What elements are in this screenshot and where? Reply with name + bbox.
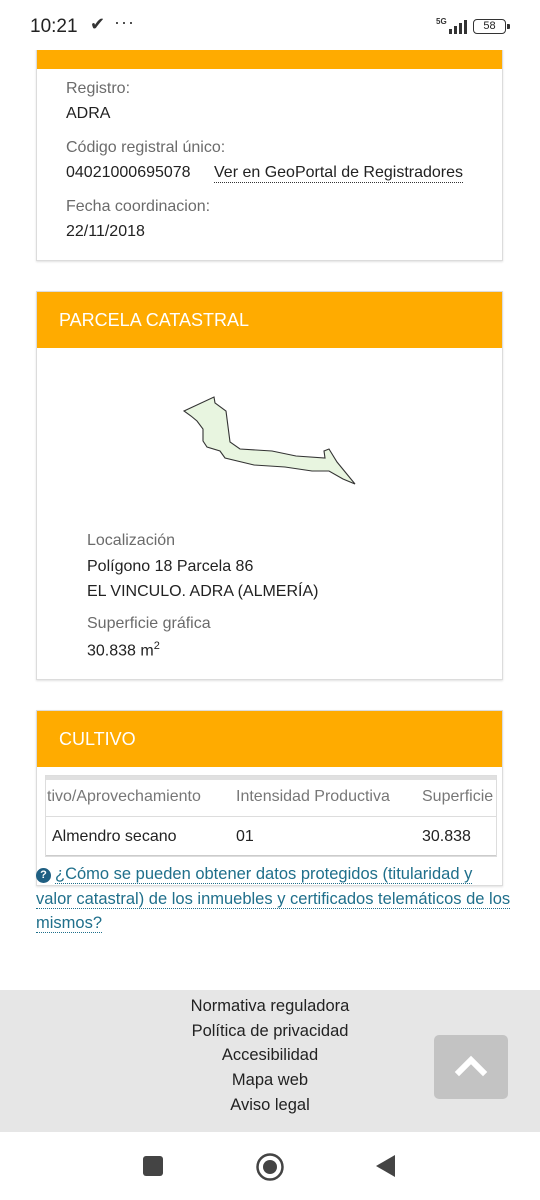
download-done-icon: ✔ — [90, 14, 106, 34]
help-icon: ? — [36, 868, 51, 883]
cultivo-card-title: CULTIVO — [37, 711, 502, 767]
cultivo-table[interactable]: tivo/Aprovechamiento Intensidad Producti… — [45, 775, 497, 857]
localizacion-line1: Polígono 18 Parcela 86 — [87, 558, 254, 575]
footer-link-normativa[interactable]: Normativa reguladora — [0, 997, 540, 1016]
table-header-row: tivo/Aprovechamiento Intensidad Producti… — [46, 776, 496, 816]
system-nav-bar — [0, 1132, 540, 1200]
more-notifications-icon: ··· — [114, 12, 135, 32]
home-icon[interactable] — [255, 1152, 285, 1182]
superficie-exponent: 2 — [153, 640, 160, 652]
page-content[interactable]: Registro: ADRA Código registral único: 0… — [0, 50, 540, 990]
fecha-value: 22/11/2018 — [66, 223, 145, 240]
localizacion-label: Localización — [87, 532, 176, 549]
table-cell: 01 — [236, 828, 254, 845]
localizacion-line2: EL VINCULO. ADRA (ALMERÍA) — [87, 583, 319, 600]
help-link[interactable]: ? ¿Cómo se pueden obtener datos protegido… — [36, 862, 511, 936]
superficie-label: Superficie gráfica — [87, 615, 211, 632]
signal-icon — [449, 20, 467, 34]
status-time: 10:21 — [30, 16, 78, 37]
codigo-value: 04021000695078 — [66, 164, 191, 181]
fecha-label: Fecha coordinacion: — [66, 198, 211, 215]
codigo-label: Código registral único: — [66, 139, 226, 156]
column-header: Intensidad Productiva — [236, 788, 390, 805]
registro-card: Registro: ADRA Código registral único: 0… — [36, 50, 503, 261]
superficie-number: 30.838 m — [87, 642, 154, 660]
chevron-up-icon — [454, 1055, 488, 1077]
table-cell: Almendro secano — [52, 828, 177, 845]
registro-value: ADRA — [66, 105, 111, 122]
parcela-card: PARCELA CATASTRAL Localización Polígono … — [36, 291, 503, 680]
registro-card-header — [37, 50, 502, 69]
table-row: Almendro secano 01 30.838 — [46, 816, 496, 856]
status-bar: 10:21 ✔ ··· 5G 58 — [0, 0, 540, 50]
parcel-polygon — [182, 396, 356, 485]
back-icon[interactable] — [375, 1154, 397, 1178]
network-type: 5G — [436, 17, 447, 26]
table-cell: 30.838 — [422, 828, 471, 845]
geoportal-link[interactable]: Ver en GeoPortal de Registradores — [214, 164, 464, 183]
registro-label: Registro: — [66, 80, 131, 97]
back-to-top-button[interactable] — [434, 1035, 508, 1099]
cultivo-card: CULTIVO tivo/Aprovechamiento Intensidad … — [36, 710, 503, 886]
help-link-text[interactable]: ¿Cómo se pueden obtener datos protegidos… — [36, 865, 511, 933]
column-header: Superficie — [422, 788, 494, 805]
recents-icon[interactable] — [142, 1155, 164, 1177]
parcel-shape-map[interactable] — [177, 389, 362, 489]
battery-icon: 58 — [473, 19, 510, 34]
parcela-card-title: PARCELA CATASTRAL — [37, 292, 502, 348]
superficie-value: 30.838 m2 — [87, 640, 160, 660]
column-header: tivo/Aprovechamiento — [47, 788, 201, 805]
